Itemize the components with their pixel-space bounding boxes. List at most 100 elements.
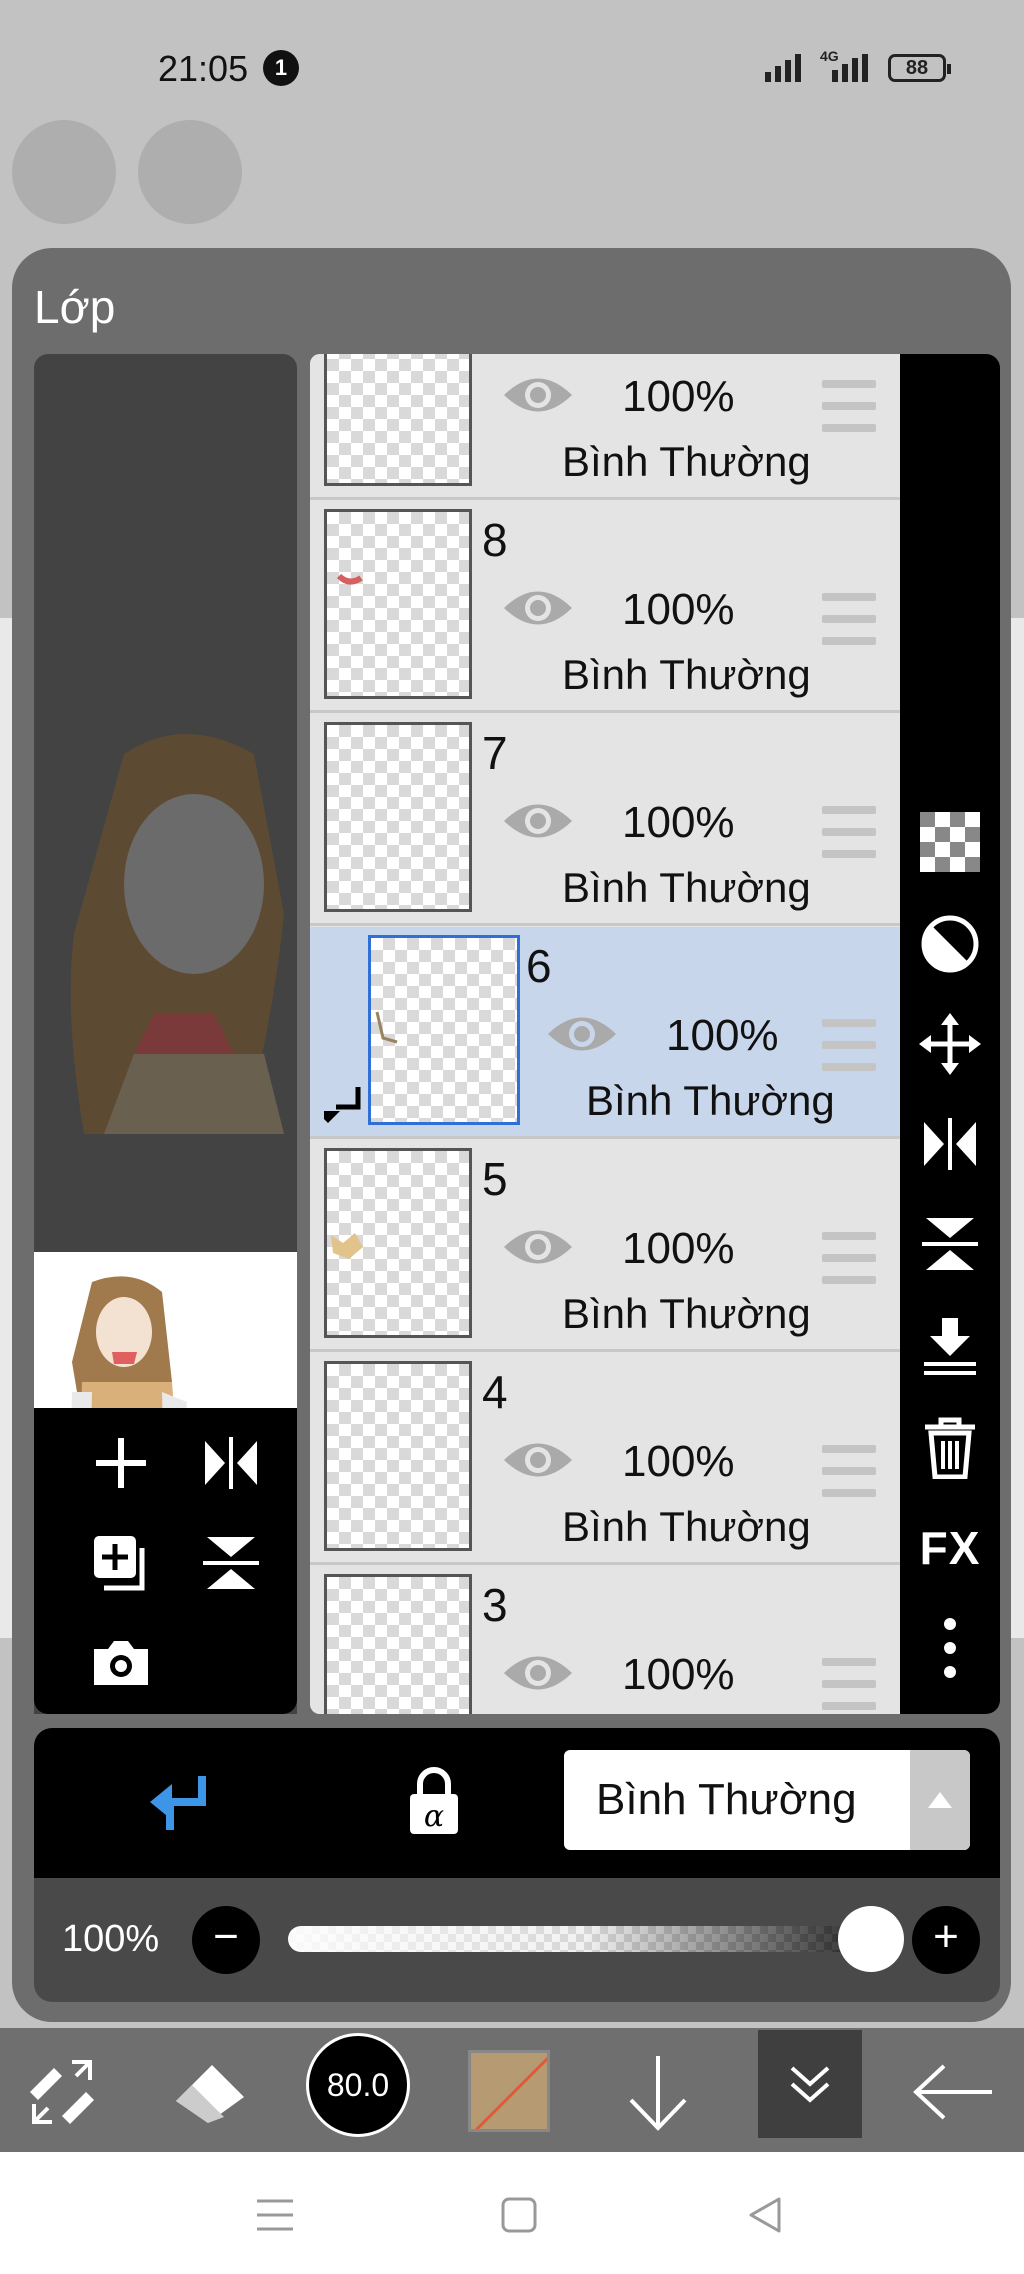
layer-row[interactable]: 100% Bình Thường <box>310 354 902 500</box>
camera-button[interactable] <box>86 1628 156 1698</box>
color-slash-icon <box>474 2056 547 2129</box>
home-square-icon <box>501 2197 537 2233</box>
layer-number: 4 <box>482 1366 508 1418</box>
clipping-icon <box>150 1776 206 1830</box>
layer-down-button[interactable] <box>608 2042 708 2142</box>
redo-button[interactable] <box>138 120 242 224</box>
thumbnail-mark <box>337 573 363 585</box>
right-toolbox: FX <box>900 354 1000 1714</box>
drag-handle[interactable] <box>822 1658 876 1710</box>
flip-vertical-icon <box>203 1537 259 1589</box>
layer-opacity: 100% <box>622 1650 735 1699</box>
brush-eraser-swap-icon <box>30 2060 94 2124</box>
recent-apps-button[interactable] <box>250 2190 300 2240</box>
more-button[interactable] <box>918 1616 982 1680</box>
transparency-button[interactable] <box>918 810 982 874</box>
add-layer-button[interactable] <box>86 1428 156 1498</box>
color-swatch[interactable] <box>468 2050 550 2132</box>
brush-size-button[interactable]: 80.0 <box>306 2033 410 2137</box>
merge-down-button[interactable] <box>918 1314 982 1378</box>
layer-number: 7 <box>482 727 508 779</box>
drag-handle[interactable] <box>822 593 876 645</box>
layer-row[interactable]: 3 100% <box>310 1566 902 1714</box>
drag-handle[interactable] <box>822 806 876 858</box>
drag-handle[interactable] <box>822 1445 876 1497</box>
delete-layer-button[interactable] <box>918 1416 982 1480</box>
dropdown-arrow-icon[interactable] <box>910 1750 970 1850</box>
flip-horizontal-layer-button[interactable] <box>918 1112 982 1176</box>
arrow-left-icon <box>913 2064 992 2120</box>
brush-size-value: 80.0 <box>326 2066 390 2103</box>
flip-horizontal-button[interactable] <box>196 1428 266 1498</box>
opacity-decrease-button[interactable]: − <box>192 1906 260 1974</box>
layer-list[interactable]: 100% Bình Thường 8 100% Bình Thường 7 10… <box>310 354 902 1714</box>
layer-row[interactable]: 8 100% Bình Thường <box>310 501 902 713</box>
back-button[interactable] <box>904 2042 1004 2142</box>
visibility-eye-icon[interactable] <box>502 372 574 418</box>
flip-vertical-layer-button[interactable] <box>918 1212 982 1276</box>
layer-blend-mode: Bình Thường <box>562 864 811 911</box>
duplicate-layer-button[interactable] <box>86 1528 156 1598</box>
visibility-eye-icon[interactable] <box>502 798 574 844</box>
layer-number: 5 <box>482 1153 508 1205</box>
layer-thumbnail <box>324 722 472 912</box>
drag-handle[interactable] <box>822 1019 876 1071</box>
blend-mode-select[interactable]: Bình Thường <box>564 1750 970 1850</box>
fx-label: FX <box>919 1522 981 1574</box>
layer-thumbnail <box>324 509 472 699</box>
visibility-eye-icon[interactable] <box>502 1437 574 1483</box>
visibility-eye-icon[interactable] <box>502 585 574 631</box>
layer-number: 6 <box>526 940 552 992</box>
layer-row[interactable]: 5 100% Bình Thường <box>310 1140 902 1352</box>
alpha-lock-icon: α <box>410 1767 458 1834</box>
flip-horizontal-icon <box>205 1437 257 1489</box>
layer-opacity: 100% <box>622 1224 735 1273</box>
signal-4g-icon <box>832 52 868 82</box>
opacity-slider-knob[interactable] <box>838 1906 904 1972</box>
home-button[interactable] <box>494 2190 544 2240</box>
clipping-arrow-icon <box>324 1087 361 1123</box>
alpha-lock-button[interactable]: α <box>404 1766 474 1840</box>
undo-button[interactable] <box>12 120 116 224</box>
layer-thumbnail <box>324 1574 472 1714</box>
notification-badge: 1 <box>263 50 299 86</box>
layer-opacity: 100% <box>666 1011 779 1060</box>
drag-handle[interactable] <box>822 380 876 432</box>
eraser-button[interactable] <box>160 2042 260 2142</box>
layer-blend-mode: Bình Thường <box>562 651 811 698</box>
layer-control-bar: α Bình Thường <box>34 1728 1000 1878</box>
layer-thumbnail <box>324 1148 472 1338</box>
layer-blend-mode: Bình Thường <box>562 1290 811 1337</box>
layer-thumbnail <box>324 354 472 486</box>
collapse-panel-button[interactable] <box>758 2030 862 2138</box>
flip-vertical-icon <box>922 1218 978 1270</box>
double-chevron-down-icon <box>790 2066 830 2103</box>
layer-row[interactable]: 7 100% Bình Thường <box>310 714 902 926</box>
clipping-button[interactable] <box>144 1768 214 1838</box>
visibility-eye-icon[interactable] <box>502 1650 574 1696</box>
fx-button[interactable]: FX <box>918 1516 982 1580</box>
blend-mode-value: Bình Thường <box>596 1775 857 1824</box>
visibility-eye-icon[interactable] <box>546 1011 618 1057</box>
checkerboard-icon <box>920 812 980 872</box>
status-bar: 21:05 1 4G 88 <box>0 0 1024 120</box>
flip-vertical-button[interactable] <box>196 1528 266 1598</box>
system-back-button[interactable] <box>740 2190 790 2240</box>
left-toolbox <box>34 1408 297 1714</box>
invert-button[interactable] <box>918 912 982 976</box>
move-button[interactable] <box>918 1012 982 1076</box>
drag-handle[interactable] <box>822 1232 876 1284</box>
layer-panel: Lớp 100% Bình Thường 8 100% Bình Thường … <box>12 248 1011 2022</box>
layer-row-selected[interactable]: 6 100% Bình Thường <box>310 927 902 1139</box>
visibility-eye-icon[interactable] <box>502 1224 574 1270</box>
contrast-icon <box>921 915 979 973</box>
opacity-increase-button[interactable]: + <box>912 1906 980 1974</box>
plus-icon <box>96 1438 146 1488</box>
battery-level: 88 <box>905 57 929 79</box>
eraser-icon <box>176 2065 244 2123</box>
panel-title: Lớp <box>34 281 116 333</box>
layer-row[interactable]: 4 100% Bình Thường <box>310 1353 902 1565</box>
opacity-slider[interactable] <box>288 1926 884 1952</box>
tool-swap-button[interactable] <box>12 2042 112 2142</box>
more-vertical-icon <box>944 1618 956 1678</box>
